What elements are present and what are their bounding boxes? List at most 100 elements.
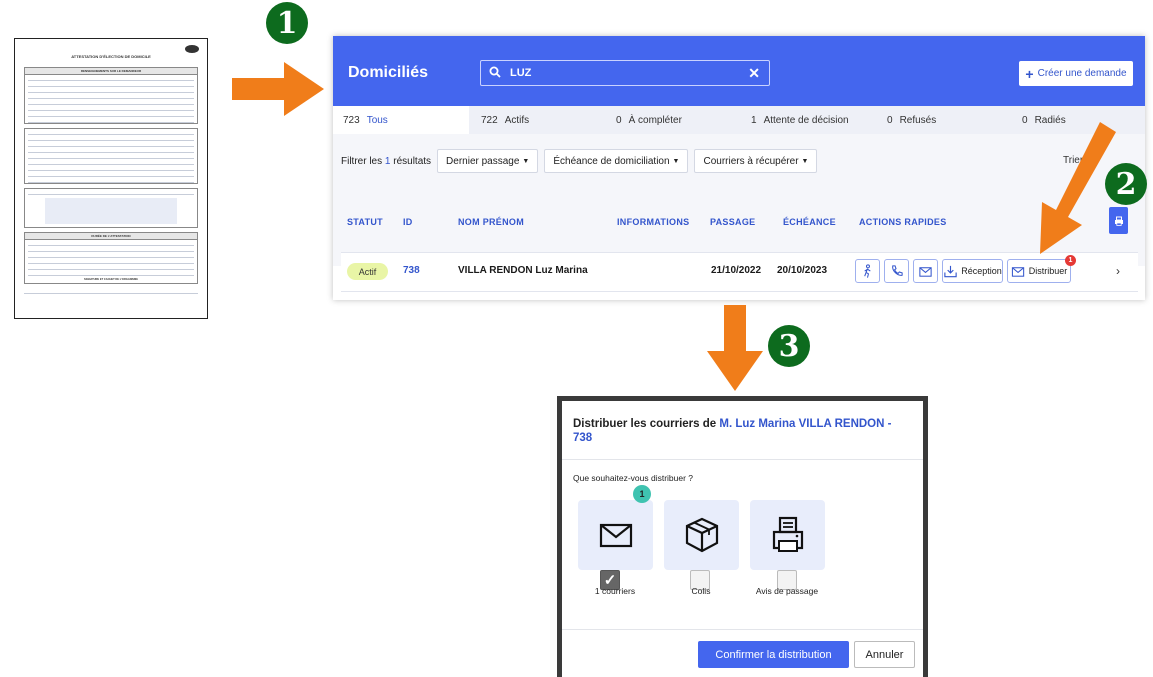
option-colis[interactable] <box>664 500 739 570</box>
dropdown-label: Échéance de domiciliation <box>553 155 670 167</box>
attestation-document-thumbnail: ATTESTATION D'ÉLECTION DE DOMICILE RENSE… <box>14 38 208 319</box>
page-title: Domiciliés <box>348 64 429 81</box>
tab-label: Attente de décision <box>763 114 849 126</box>
option-avis-passage-label: Avis de passage <box>755 586 819 596</box>
document-section-title: DURÉE DE L'ATTESTATION <box>25 233 197 240</box>
column-header-id: ID <box>403 217 413 227</box>
filter-prefix: Filtrer les <box>341 155 383 167</box>
filter-courriers[interactable]: Courriers à récupérer ▼ <box>694 149 818 173</box>
filter-dernier-passage[interactable]: Dernier passage ▼ <box>437 149 539 173</box>
caret-down-icon: ▼ <box>801 157 809 165</box>
tab-count: 0 <box>887 114 893 126</box>
document-section-title: RENSEIGNEMENTS SUR LE DEMANDEUR <box>25 68 197 75</box>
modal-footer-divider <box>562 629 923 630</box>
search-value: LUZ <box>510 67 532 79</box>
row-passage: 21/10/2022 <box>711 265 762 276</box>
pending-mail-badge: 1 <box>1065 255 1076 266</box>
document-signature-label: SIGNATURE ET CACHET DE L'ORGANISME <box>84 278 138 281</box>
document-section-address <box>24 188 198 228</box>
walk-in-button[interactable] <box>855 259 880 283</box>
modal-question: Que souhaitez-vous distribuer ? <box>573 473 694 483</box>
envelope-open-icon <box>1011 266 1024 277</box>
document-subtitle-lines <box>24 60 198 63</box>
search-icon <box>489 66 501 81</box>
document-section-applicant: RENSEIGNEMENTS SUR LE DEMANDEUR <box>24 67 198 124</box>
distribuer-label: Distribuer <box>1028 266 1068 276</box>
tab-a-completer[interactable]: 0 À compléter <box>604 106 739 134</box>
tab-count: 1 <box>751 114 757 126</box>
tab-label: Refusés <box>899 114 937 126</box>
tab-label: Tous <box>366 114 388 126</box>
step-3-badge: 3 <box>768 325 810 367</box>
document-address-block <box>45 198 177 224</box>
envelope-icon <box>599 523 632 548</box>
close-icon[interactable]: ✕ <box>748 65 760 82</box>
document-section-duration: DURÉE DE L'ATTESTATION SIGNATURE ET CACH… <box>24 232 198 284</box>
row-echeance: 20/10/2023 <box>777 265 828 276</box>
create-request-button[interactable]: + Créer une demande <box>1019 61 1133 86</box>
distribute-mail-modal: Distribuer les courriers de M. Luz Marin… <box>557 396 928 677</box>
reception-label: Réception <box>961 266 1002 276</box>
search-input[interactable]: LUZ ✕ <box>480 60 770 86</box>
status-tabs: 723 Tous 722 Actifs 0 À compléter 1 Attente … <box>333 106 1145 134</box>
dropdown-label: Dernier passage <box>446 155 520 167</box>
person-walking-icon <box>864 263 871 278</box>
download-tray-icon <box>944 265 957 277</box>
modal-title-name: M. Luz Marina VILLA RENDON - <box>719 418 892 430</box>
status-badge: Actif <box>347 263 388 280</box>
filter-count: 1 <box>384 155 391 167</box>
step-1-badge: 1 <box>266 2 308 44</box>
modal-title: Distribuer les courriers de M. Luz Marin… <box>573 417 913 445</box>
option-colis-label: Colis <box>691 586 711 596</box>
filter-results-label: Filtrer les 1 résultats <box>341 156 431 167</box>
column-header-informations: INFORMATIONS <box>617 217 690 227</box>
modal-title-prefix: Distribuer les courriers de <box>573 418 717 430</box>
table-row[interactable]: Actif 738 VILLA RENDON Luz Marina 21/10/… <box>341 252 1138 292</box>
phone-icon <box>892 264 903 276</box>
column-header-echeance: ÉCHÉANCE <box>783 217 836 227</box>
column-header-statut: STATUT <box>347 217 383 227</box>
filter-echeance[interactable]: Échéance de domiciliation ▼ <box>544 149 689 173</box>
option-courriers[interactable] <box>578 500 653 570</box>
document-title: ATTESTATION D'ÉLECTION DE DOMICILE <box>71 54 151 59</box>
printer-icon <box>772 516 803 552</box>
tab-tous[interactable]: 723 Tous <box>333 106 469 134</box>
create-request-label: Créer une demande <box>1037 68 1127 79</box>
filter-suffix: résultats <box>393 155 432 167</box>
row-id[interactable]: 738 <box>403 265 420 276</box>
option-avis-passage[interactable] <box>750 500 825 570</box>
organisation-logo <box>185 45 199 53</box>
step-2-badge: 2 <box>1105 163 1147 205</box>
domicilies-panel: Domiciliés LUZ ✕ + Créer une demande 723… <box>333 36 1145 300</box>
cancel-button[interactable]: Annuler <box>854 641 915 668</box>
arrow-right-icon <box>232 62 324 116</box>
mail-button[interactable] <box>913 259 938 283</box>
modal-divider <box>562 459 923 460</box>
package-icon <box>685 517 718 553</box>
distribuer-button[interactable]: Distribuer <box>1007 259 1071 283</box>
modal-content: Distribuer les courriers de M. Luz Marin… <box>562 401 923 677</box>
caret-down-icon: ▼ <box>672 157 680 165</box>
envelope-icon <box>919 266 932 277</box>
tab-count: 722 <box>481 114 498 126</box>
caret-down-icon: ▼ <box>522 157 530 165</box>
filters-bar: Filtrer les 1 résultats Dernier passage ▼… <box>341 149 823 173</box>
tab-count: 0 <box>616 114 622 126</box>
tab-refuses[interactable]: 0 Refusés <box>875 106 1010 134</box>
reception-button[interactable]: Réception <box>942 259 1003 283</box>
tab-count: 723 <box>343 114 360 126</box>
tab-actifs[interactable]: 722 Actifs <box>469 106 604 134</box>
document-section-organisation <box>24 128 198 184</box>
column-header-passage: PASSAGE <box>710 217 756 227</box>
tab-label: Actifs <box>504 114 530 126</box>
column-header-nom: NOM PRÉNOM <box>458 217 524 227</box>
dropdown-label: Courriers à récupérer <box>703 155 799 167</box>
tab-attente-decision[interactable]: 1 Attente de décision <box>739 106 875 134</box>
arrow-down-icon <box>707 305 763 391</box>
chevron-right-icon[interactable]: › <box>1116 264 1120 278</box>
option-courriers-label: 1 courriers <box>594 586 636 596</box>
courriers-count-badge: 1 <box>633 485 651 503</box>
confirm-distribution-button[interactable]: Confirmer la distribution <box>698 641 849 668</box>
plus-icon: + <box>1025 65 1034 82</box>
call-button[interactable] <box>884 259 909 283</box>
